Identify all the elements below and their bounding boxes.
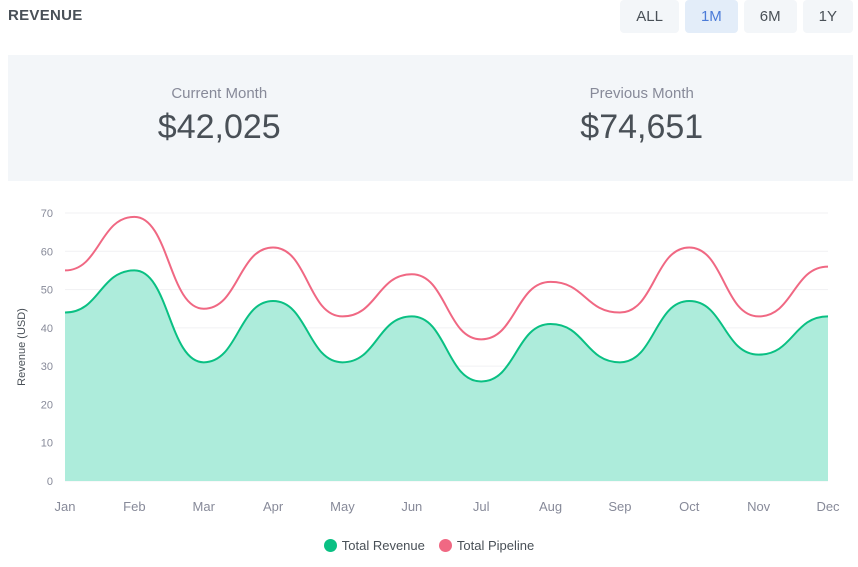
x-tick-label: Jul [473,499,490,514]
x-tick-label: May [330,499,355,514]
card-header: REVENUE ALL 1M 6M 1Y [0,0,858,40]
x-tick-label: Aug [539,499,562,514]
revenue-card: REVENUE ALL 1M 6M 1Y Current Month $42,0… [0,0,858,567]
legend-label-pipeline: Total Pipeline [456,538,535,553]
x-tick-label: Oct [679,499,700,514]
chart-legend: Total Revenue Total Pipeline [0,538,858,553]
x-axis-ticks: Jan Feb Mar Apr May Jun Jul Aug Sep Oct Nov Dec [55,499,841,514]
y-tick-label: 20 [41,399,53,411]
x-tick-label: Mar [193,499,216,514]
x-tick-label: Jun [401,499,422,514]
y-axis-label: Revenue (USD) [16,308,28,386]
revenue-chart: 0 10 20 30 40 50 60 70 Jan Feb Mar Apr May Jun Jul Aug… [16,208,841,514]
y-tick-label: 30 [41,361,53,373]
previous-month-label: Previous Month [589,85,694,102]
period-filter-group: ALL 1M 6M 1Y [620,0,853,33]
current-month-stat: Current Month $42,025 [8,55,431,181]
legend-dot-revenue [323,539,337,552]
legend-label-revenue: Total Revenue [341,538,425,553]
stats-panel: Current Month $42,025 Previous Month $74… [8,55,853,181]
x-tick-label: Jan [55,499,76,514]
previous-month-value: $74,651 [580,108,704,146]
y-tick-label: 50 [41,285,53,297]
series-group [64,215,829,481]
legend-dot-pipeline [438,539,452,552]
revenue-area [65,270,828,481]
card-title: REVENUE [8,7,83,24]
x-tick-label: Apr [263,499,284,514]
filter-6m-button[interactable]: 6M [743,0,797,33]
filter-1y-button[interactable]: 1Y [802,0,853,33]
y-tick-label: 60 [41,246,53,258]
x-tick-label: Dec [816,499,840,514]
y-axis-ticks: 0 10 20 30 40 50 60 70 [41,208,53,488]
current-month-value: $42,025 [157,108,281,146]
y-tick-label: 70 [41,208,53,220]
legend-item-pipeline[interactable]: Total Pipeline [438,538,535,553]
current-month-label: Current Month [171,85,268,102]
filter-all-button[interactable]: ALL [620,0,679,33]
y-tick-label: 40 [41,323,53,335]
previous-month-stat: Previous Month $74,651 [431,55,854,181]
x-tick-label: Nov [747,499,771,514]
filter-1m-button[interactable]: 1M [684,0,738,33]
y-tick-label: 0 [47,476,53,488]
x-tick-label: Feb [123,499,145,514]
x-tick-label: Sep [608,499,631,514]
y-tick-label: 10 [41,438,53,450]
legend-item-revenue[interactable]: Total Revenue [323,538,425,553]
